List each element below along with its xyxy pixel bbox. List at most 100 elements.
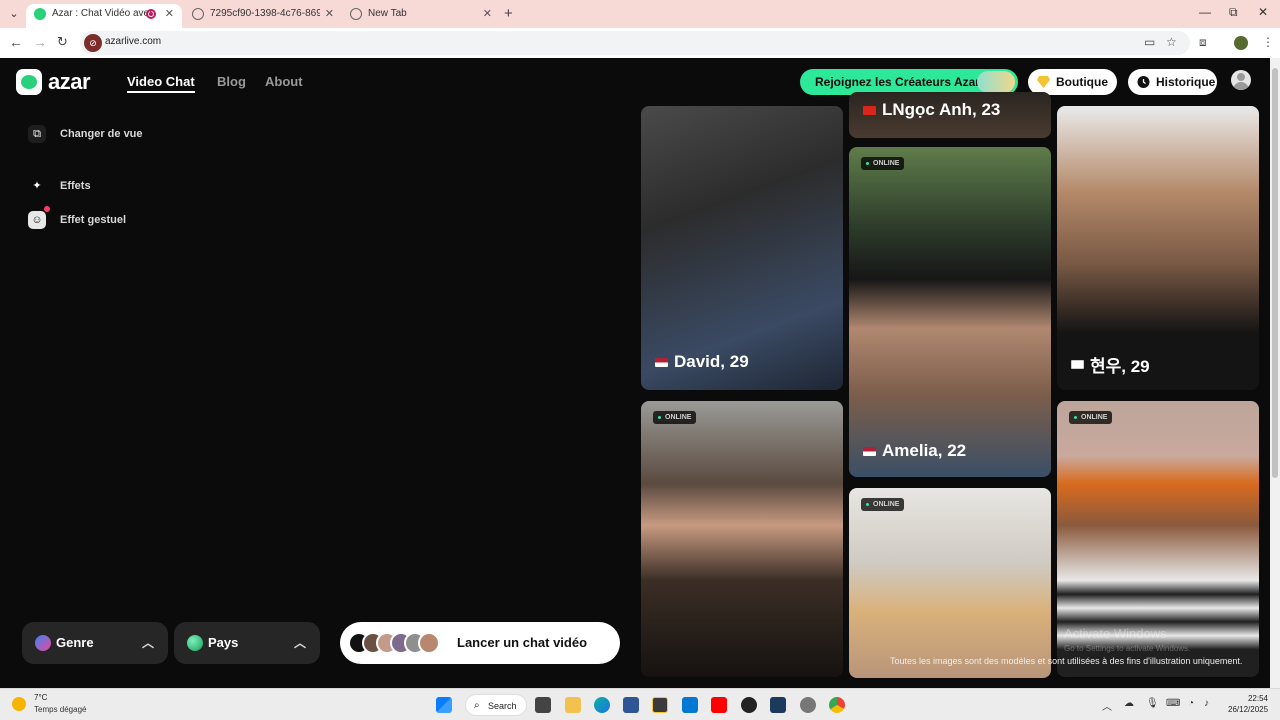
restore-button[interactable]: ⧉ [1229, 5, 1238, 20]
avatar [418, 632, 440, 654]
site-info-icon[interactable]: ⊘ [84, 34, 102, 52]
nav-blog[interactable]: Blog [217, 74, 246, 89]
keyboard-icon[interactable]: ⌨ [1166, 698, 1180, 709]
profile-avatar[interactable] [1234, 36, 1248, 50]
globe-icon [192, 8, 204, 20]
taskbar-search[interactable]: ⌕ Search [465, 694, 527, 716]
new-tab-button[interactable]: + [504, 5, 513, 22]
page-scrollbar[interactable] [1270, 58, 1280, 688]
task-view-icon[interactable] [535, 697, 551, 713]
close-tab-icon[interactable]: ✕ [325, 4, 334, 24]
tab-search-icon[interactable]: ⌄ [6, 6, 22, 22]
chrome-icon[interactable] [829, 697, 845, 713]
gender-label: Genre [56, 635, 94, 650]
azar-logo[interactable]: azar [16, 69, 91, 95]
disclaimer-text: Toutes les images sont des modèles et so… [890, 656, 1243, 666]
url-text[interactable]: azarlive.com [105, 36, 161, 47]
shop-label: Boutique [1056, 75, 1108, 89]
gender-filter[interactable]: Genre ︿ [22, 622, 168, 664]
profile-card[interactable]: ONLINE [849, 488, 1051, 678]
notification-dot [44, 206, 50, 212]
tab-title: Azar : Chat Vidéo avec de n [52, 8, 152, 19]
profile-card[interactable]: LNgọc Anh, 23 [849, 92, 1051, 138]
profile-card[interactable]: ONLINE Amelia, 22 [849, 147, 1051, 477]
app-r-icon[interactable] [652, 697, 668, 713]
change-view-label: Changer de vue [60, 128, 143, 140]
effects-tool[interactable]: ✦ Effets [28, 176, 91, 196]
tab-azar[interactable]: Azar : Chat Vidéo avec de n ✕ [26, 4, 182, 28]
moon-weather-icon[interactable] [12, 697, 26, 711]
extensions-icon[interactable]: ⧈ [1199, 35, 1207, 50]
card-name-text: LNgọc Anh, 23 [882, 100, 1001, 119]
us-flag-icon [863, 446, 876, 456]
search-icon: ⌕ [474, 700, 480, 711]
outlook-icon[interactable] [682, 697, 698, 713]
taskbar-clock[interactable]: 22:54 26/12/2025 [1228, 694, 1268, 714]
change-view-icon: ⧉ [28, 125, 46, 143]
forward-arrow-icon[interactable]: → [33, 34, 47, 50]
app-icon[interactable] [741, 697, 757, 713]
address-bar[interactable]: ⊘ azarlive.com [80, 31, 1190, 55]
store-icon[interactable] [623, 697, 639, 713]
volume-icon[interactable]: ♪ [1204, 698, 1209, 709]
tab-strip: ⌄ Azar : Chat Vidéo avec de n ✕ 7295cf90… [0, 0, 1280, 28]
scrollbar-thumb[interactable] [1272, 68, 1278, 478]
kr-flag-icon [1071, 360, 1084, 369]
microphone-icon[interactable]: 🎙 [1146, 698, 1159, 709]
minimize-button[interactable]: — [1199, 5, 1211, 19]
card-name-text: David, 29 [674, 352, 749, 371]
menu-kebab-icon[interactable]: ⋮ [1262, 35, 1274, 49]
profile-card[interactable]: ONLINE [641, 401, 843, 677]
nav-video-chat[interactable]: Video Chat [127, 74, 195, 93]
settings-gear-icon[interactable] [800, 697, 816, 713]
change-view-tool[interactable]: ⧉ Changer de vue [28, 124, 143, 144]
tab-title: New Tab [368, 8, 407, 19]
tray-chevron-up-icon[interactable]: ︿ [1102, 698, 1112, 713]
country-label: Pays [208, 635, 239, 650]
history-button[interactable]: Historique [1128, 69, 1217, 95]
youtube-icon[interactable] [711, 697, 727, 713]
launch-video-chat-button[interactable]: Lancer un chat vidéo [340, 622, 620, 664]
temperature[interactable]: 7°C [34, 693, 47, 702]
tab-new[interactable]: New Tab ✕ [342, 4, 500, 28]
clock-icon [1137, 76, 1150, 88]
nav-about[interactable]: About [265, 74, 303, 89]
back-arrow-icon[interactable]: ← [9, 34, 23, 50]
smiley-icon: ☺ [28, 206, 50, 229]
tray-cloud-icon[interactable]: ☁ [1124, 698, 1134, 709]
time: 22:54 [1247, 694, 1268, 703]
effects-label: Effets [60, 180, 91, 192]
wifi-icon[interactable]: ◔ [1188, 698, 1194, 709]
activate-windows-title: Activate Windows [1064, 626, 1167, 641]
search-label: Search [488, 701, 517, 711]
online-badge: ONLINE [1069, 411, 1113, 424]
start-button-icon[interactable] [436, 697, 452, 713]
diamond-icon [1037, 76, 1050, 88]
profile-card[interactable]: 현우, 29 [1057, 106, 1259, 390]
close-window-button[interactable]: ✕ [1258, 5, 1268, 19]
close-tab-icon[interactable]: ✕ [483, 4, 492, 24]
card-name: Amelia, 22 [863, 441, 966, 461]
logo-text: azar [48, 69, 91, 94]
weather-description[interactable]: Temps dégagé [34, 705, 86, 714]
reload-icon[interactable]: ↻ [57, 34, 68, 50]
bookmark-star-icon[interactable]: ☆ [1166, 35, 1177, 49]
app-icon[interactable] [770, 697, 786, 713]
tab-uuid[interactable]: 7295cf90-1398-4c76-8697-1e8 ✕ [184, 4, 342, 28]
chevron-up-icon: ︿ [293, 636, 306, 650]
card-name: David, 29 [655, 352, 749, 372]
close-tab-icon[interactable]: ✕ [165, 4, 174, 24]
install-app-icon[interactable]: ▭ [1144, 35, 1155, 49]
file-explorer-icon[interactable] [565, 697, 581, 713]
date: 26/12/2025 [1228, 705, 1269, 714]
launch-label: Lancer un chat vidéo [457, 635, 588, 650]
country-filter[interactable]: Pays ︿ [174, 622, 320, 664]
edge-icon[interactable] [594, 697, 610, 713]
profile-card[interactable]: David, 29 [641, 106, 843, 390]
gesture-effect-tool[interactable]: ☺ Effet gestuel [28, 206, 126, 230]
user-avatar-icon[interactable] [1231, 70, 1251, 90]
card-name-text: 현우, 29 [1090, 357, 1150, 376]
globe-icon [187, 635, 203, 651]
chrome-icon [350, 8, 362, 20]
card-name: LNgọc Anh, 23 [863, 100, 1000, 120]
